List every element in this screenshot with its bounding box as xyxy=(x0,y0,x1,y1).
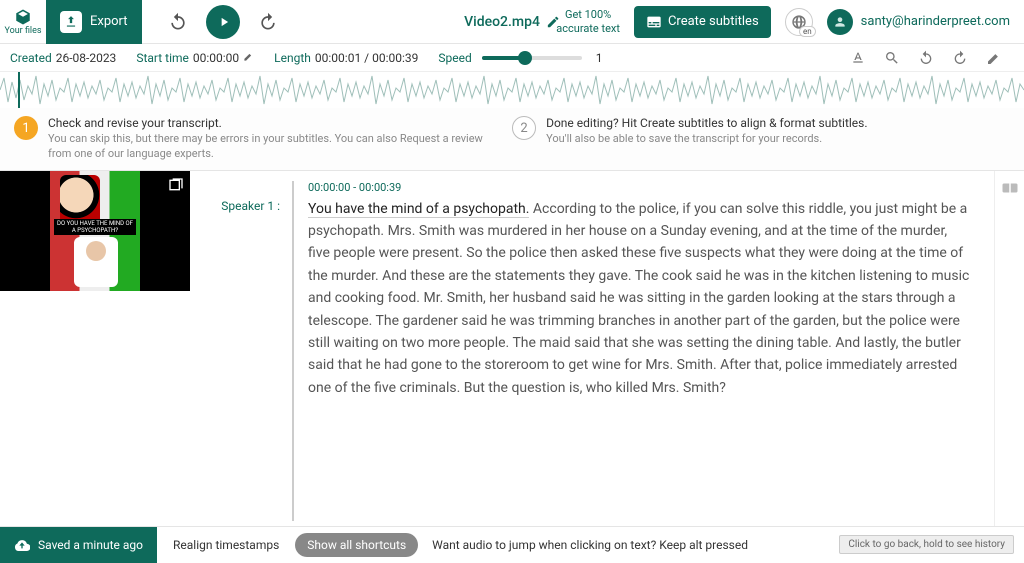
your-files-label: Your files xyxy=(4,26,41,36)
edit-start-icon[interactable] xyxy=(243,51,254,62)
history-button[interactable]: Click to go back, hold to see history xyxy=(839,535,1014,554)
subtitles-icon xyxy=(646,14,662,30)
accurate-line1: Get 100% xyxy=(556,8,620,21)
create-subtitles-label: Create subtitles xyxy=(668,14,759,29)
speed-label: Speed xyxy=(438,51,471,65)
shortcuts-button[interactable]: Show all shortcuts xyxy=(295,533,418,557)
step-2-sub: You'll also be able to save the transcri… xyxy=(546,132,867,147)
export-button[interactable]: Export xyxy=(46,0,142,44)
waveform-svg xyxy=(0,72,1024,108)
step-2-title: Done editing? Hit Create subtitles to al… xyxy=(546,116,867,130)
created-value: 26-08-2023 xyxy=(56,51,117,65)
forward-button[interactable] xyxy=(254,8,282,36)
export-label: Export xyxy=(90,14,128,29)
audio-waveform[interactable] xyxy=(0,72,1024,108)
book-icon[interactable] xyxy=(1001,179,1019,197)
language-button[interactable]: en xyxy=(785,8,813,36)
avatar xyxy=(827,9,853,35)
step-2-number: 2 xyxy=(512,116,536,140)
created-label: Created xyxy=(10,51,52,65)
accurate-text-link[interactable]: Get 100% accurate text xyxy=(556,8,620,34)
realign-button[interactable]: Realign timestamps xyxy=(157,538,295,552)
transcript-lead[interactable]: You have the mind of a psychopath. xyxy=(308,201,529,218)
transcript-rest[interactable]: According to the police, if you can solv… xyxy=(308,201,969,396)
slider-thumb[interactable] xyxy=(518,51,532,65)
transcript-text[interactable]: You have the mind of a psychopath. Accor… xyxy=(308,198,970,400)
segment-timestamp: 00:00:00 - 00:00:39 xyxy=(308,181,970,194)
redo-icon[interactable] xyxy=(952,50,968,66)
export-icon xyxy=(60,11,82,33)
guidance-panel: 1 Check and revise your transcript. You … xyxy=(0,108,1024,171)
your-files-button[interactable]: Your files xyxy=(0,0,46,44)
edit-title-icon xyxy=(546,15,560,29)
step-1-title: Check and revise your transcript. xyxy=(48,116,492,130)
speaker-label[interactable]: Speaker 1 xyxy=(221,199,274,213)
video-thumbnail[interactable]: DO YOU HAVE THE MIND OF A PSYCHOPATH? xyxy=(0,171,190,291)
video-title-text: Video2.mp4 xyxy=(464,14,540,30)
rewind-icon xyxy=(168,12,188,32)
thumbnail-column: DO YOU HAVE THE MIND OF A PSYCHOPATH? xyxy=(0,171,190,531)
start-time-value: 00:00:00 xyxy=(193,51,239,65)
bottom-hint: Want audio to jump when clicking on text… xyxy=(432,538,748,552)
search-icon[interactable] xyxy=(884,50,900,66)
user-email: santy@harinderpreet.com xyxy=(861,14,1010,29)
length-value: 00:00:01 / 00:00:39 xyxy=(315,51,418,65)
undo-icon[interactable] xyxy=(918,50,934,66)
rewind-button[interactable] xyxy=(164,8,192,36)
step-1-number: 1 xyxy=(14,116,38,140)
logo-icon xyxy=(14,8,32,26)
accurate-line2: accurate text xyxy=(556,22,620,35)
start-time-label: Start time xyxy=(136,51,189,65)
step-1: 1 Check and revise your transcript. You … xyxy=(14,116,492,162)
saved-label: Saved a minute ago xyxy=(38,538,143,552)
play-icon xyxy=(217,15,231,29)
speed-value: 1 xyxy=(596,51,603,65)
play-button[interactable] xyxy=(206,5,240,39)
thumb-caption: DO YOU HAVE THE MIND OF A PSYCHOPATH? xyxy=(54,219,136,235)
video-title[interactable]: Video2.mp4 xyxy=(464,14,560,30)
step-2: 2 Done editing? Hit Create subtitles to … xyxy=(512,116,867,147)
length-label: Length xyxy=(274,51,311,65)
saved-status: Saved a minute ago xyxy=(0,527,157,563)
edit-icon[interactable] xyxy=(986,50,1002,66)
forward-icon xyxy=(258,12,278,32)
meta-bar: Created 26-08-2023 Start time 00:00:00 Len… xyxy=(0,44,1024,72)
create-subtitles-button[interactable]: Create subtitles xyxy=(634,6,771,38)
step-1-sub: You can skip this, but there may be erro… xyxy=(48,132,492,162)
layers-icon xyxy=(168,177,184,193)
speed-slider[interactable] xyxy=(482,56,582,60)
transcript-editor[interactable]: Speaker 1 : 00:00:00 - 00:00:39 You have… xyxy=(190,171,994,531)
user-menu[interactable]: santy@harinderpreet.com xyxy=(827,9,1010,35)
side-toolbar xyxy=(994,171,1024,531)
playhead[interactable] xyxy=(18,72,20,108)
user-icon xyxy=(833,15,847,29)
language-tag: en xyxy=(799,26,816,37)
text-style-icon[interactable] xyxy=(850,50,866,66)
cloud-icon xyxy=(14,537,30,553)
